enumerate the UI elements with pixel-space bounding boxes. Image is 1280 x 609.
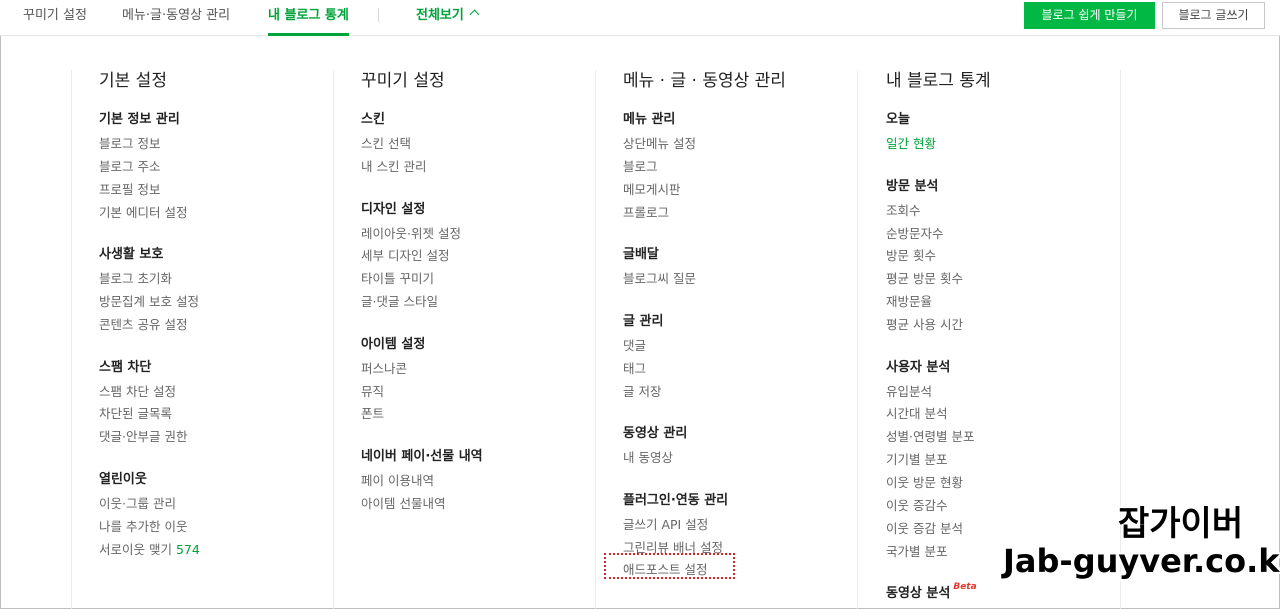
menu-link[interactable]: 재방문율 <box>886 291 932 310</box>
section-title: 플러그인·연동 관리 <box>623 493 729 508</box>
watermark-title: 잡가이버 <box>1118 504 1244 544</box>
menu-link[interactable]: 나를 추가한 이웃 <box>99 516 187 535</box>
menu-link[interactable]: 퍼스나콘 <box>361 358 407 377</box>
menu-link[interactable]: 기기별 분포 <box>886 449 947 468</box>
section-title: 글 관리 <box>623 314 664 329</box>
menu-link[interactable]: 글·댓글 스타일 <box>361 291 438 310</box>
menu-link[interactable]: 스팸 차단 설정 <box>99 381 176 400</box>
menu-link[interactable]: 블로그 주소 <box>99 156 160 175</box>
menu-link[interactable]: 페이 이용내역 <box>361 470 434 489</box>
menu-link[interactable]: 시간대 분석 <box>886 403 947 422</box>
chevron-up-icon <box>469 9 480 20</box>
highlight-box <box>604 553 735 579</box>
section-title: 네이버 페이·선물 내역 <box>361 449 483 464</box>
menu-link[interactable]: 폰트 <box>361 403 384 422</box>
menu-link[interactable]: 이웃·그룹 관리 <box>99 493 176 512</box>
menu-link[interactable]: 프로필 정보 <box>99 179 160 198</box>
menu-link[interactable]: 조회수 <box>886 200 921 219</box>
menu-link[interactable]: 글 저장 <box>623 381 661 400</box>
menu-link[interactable]: 방문집계 보호 설정 <box>99 291 199 310</box>
menu-link[interactable]: 아이템 선물내역 <box>361 493 445 512</box>
easy-blog-button[interactable]: 블로그 쉽게 만들기 <box>1024 2 1155 29</box>
beta-badge: Beta <box>953 582 977 592</box>
menu-link[interactable]: 상단메뉴 설정 <box>623 133 696 152</box>
menu-link[interactable]: 세부 디자인 설정 <box>361 245 449 264</box>
menu-link[interactable]: 스킨 선택 <box>361 133 411 152</box>
section-title: 스팸 차단 <box>99 360 152 375</box>
menu-link[interactable]: 유입분석 <box>886 381 932 400</box>
menu-link[interactable]: 레이아웃·위젯 설정 <box>361 223 461 242</box>
section-title-label: 동영상 분석 <box>886 586 951 601</box>
section-title: 디자인 설정 <box>361 202 426 217</box>
section-title: 동영상 분석 Beta <box>886 582 977 601</box>
view-all-label: 전체보기 <box>416 8 464 23</box>
menu-link[interactable]: 콘텐츠 공유 설정 <box>99 314 187 333</box>
menu-link[interactable]: 이웃 증감수 <box>886 495 947 514</box>
column-divider <box>333 70 334 609</box>
menu-link[interactable]: 블로그씨 질문 <box>623 268 696 287</box>
column-title: 꾸미기 설정 <box>361 71 445 91</box>
menu-link[interactable]: 기본 에디터 설정 <box>99 202 187 221</box>
menu-link[interactable]: 글쓰기 API 설정 <box>623 514 708 533</box>
menu-link[interactable]: 블로그 정보 <box>99 133 160 152</box>
section-title: 사용자 분석 <box>886 360 951 375</box>
watermark-url: Jab-guyver.co.kr <box>1003 542 1280 580</box>
menu-link[interactable]: 이웃 증감 분석 <box>886 518 963 537</box>
menu-link[interactable]: 댓글·안부글 권한 <box>99 426 187 445</box>
menu-link[interactable]: 성별·연령별 분포 <box>886 426 974 445</box>
menu-link[interactable]: 프롤로그 <box>623 202 669 221</box>
write-post-button[interactable]: 블로그 글쓰기 <box>1162 2 1265 29</box>
menu-link[interactable]: 태그 <box>623 358 646 377</box>
menu-link[interactable]: 차단된 글목록 <box>99 403 172 422</box>
mutual-neighbor-count: 574 <box>175 542 200 557</box>
column-title: 기본 설정 <box>99 71 167 91</box>
menu-link[interactable]: 댓글 <box>623 335 646 354</box>
top-nav: 꾸미기 설정 메뉴·글·동영상 관리 내 블로그 통계 전체보기 블로그 쉽게 … <box>0 0 1280 36</box>
menu-link[interactable]: 내 스킨 관리 <box>361 156 426 175</box>
section-title: 사생활 보호 <box>99 247 164 262</box>
section-title: 방문 분석 <box>886 179 939 194</box>
menu-link[interactable]: 이웃 방문 현황 <box>886 472 963 491</box>
view-all-toggle[interactable]: 전체보기 <box>416 0 480 32</box>
menu-link-active[interactable]: 일간 현황 <box>886 133 936 152</box>
menu-link[interactable]: 방문 횟수 <box>886 245 936 264</box>
section-title: 아이템 설정 <box>361 337 426 352</box>
menu-link[interactable]: 블로그 초기화 <box>99 268 172 287</box>
section-title: 글배달 <box>623 247 659 262</box>
tab-decorate-settings[interactable]: 꾸미기 설정 <box>23 0 87 36</box>
menu-link[interactable]: 평균 방문 횟수 <box>886 268 963 287</box>
column-divider <box>595 70 596 609</box>
section-title: 오늘 <box>886 112 910 127</box>
section-title: 동영상 관리 <box>623 426 688 441</box>
tab-menu-post-video[interactable]: 메뉴·글·동영상 관리 <box>122 0 230 36</box>
menu-link[interactable]: 내 동영상 <box>623 447 673 466</box>
menu-link[interactable]: 뮤직 <box>361 381 384 400</box>
menu-link-label: 서로이웃 맺기 <box>99 542 172 557</box>
column-divider <box>71 70 72 609</box>
section-title: 스킨 <box>361 112 385 127</box>
section-title: 기본 정보 관리 <box>99 112 180 127</box>
menu-link[interactable]: 타이틀 꾸미기 <box>361 268 434 287</box>
column-title: 내 블로그 통계 <box>886 71 991 91</box>
section-title: 메뉴 관리 <box>623 112 676 127</box>
menu-link[interactable]: 순방문자수 <box>886 223 944 242</box>
menu-link[interactable]: 평균 사용 시간 <box>886 314 963 333</box>
menu-link[interactable]: 서로이웃 맺기 574 <box>99 539 200 558</box>
menu-link[interactable]: 블로그 <box>623 156 658 175</box>
section-title: 열린이웃 <box>99 472 147 487</box>
menu-link[interactable]: 메모게시판 <box>623 179 681 198</box>
tab-my-blog-stats[interactable]: 내 블로그 통계 <box>268 0 349 36</box>
column-title: 메뉴 · 글 · 동영상 관리 <box>623 71 786 91</box>
menu-link[interactable]: 국가별 분포 <box>886 541 947 560</box>
nav-divider <box>378 8 379 22</box>
column-divider <box>857 70 858 609</box>
